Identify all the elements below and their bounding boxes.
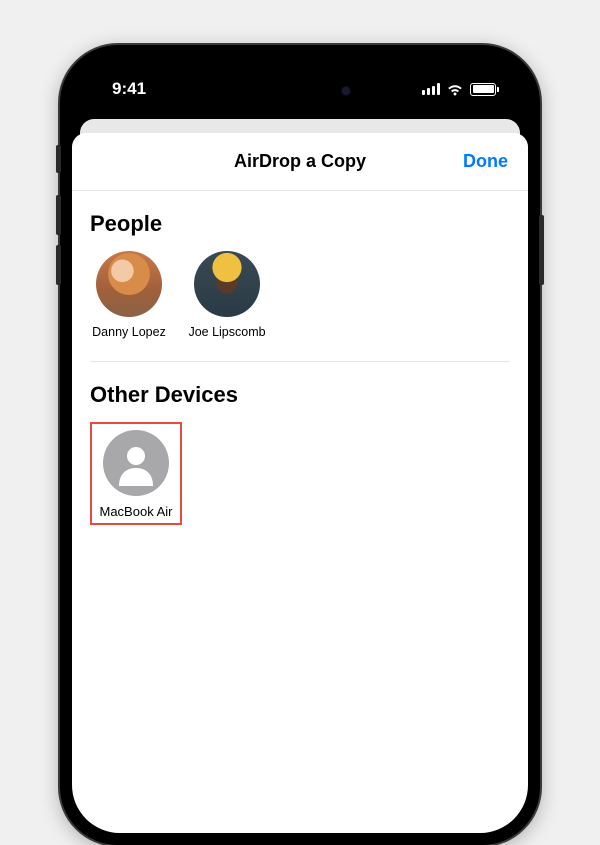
- person-silhouette-icon: [113, 440, 159, 486]
- cellular-signal-icon: [422, 83, 440, 95]
- device-name: MacBook Air: [100, 504, 173, 519]
- device-avatar-placeholder: [103, 430, 169, 496]
- wifi-icon: [446, 83, 464, 96]
- airdrop-sheet: AirDrop a Copy Done People Danny Lopez J…: [72, 133, 528, 833]
- people-section-title: People: [90, 211, 510, 237]
- sheet-header: AirDrop a Copy Done: [72, 133, 528, 191]
- airdrop-device[interactable]: MacBook Air: [90, 422, 182, 525]
- avatar: [194, 251, 260, 317]
- devices-list: MacBook Air: [90, 422, 510, 525]
- phone-screen: 9:41 AirDrop a Copy Done: [72, 57, 528, 833]
- airdrop-person[interactable]: Danny Lopez: [90, 251, 168, 339]
- person-name: Joe Lipscomb: [188, 325, 265, 339]
- dynamic-island: [235, 75, 365, 107]
- status-indicators: [422, 83, 496, 96]
- avatar: [96, 251, 162, 317]
- status-time: 9:41: [112, 79, 146, 99]
- people-section: People Danny Lopez Joe Lipscomb: [72, 191, 528, 362]
- iphone-frame: 9:41 AirDrop a Copy Done: [60, 45, 540, 845]
- airdrop-person[interactable]: Joe Lipscomb: [188, 251, 266, 339]
- silence-switch: [56, 145, 61, 173]
- other-devices-section: Other Devices MacBook Air: [72, 362, 528, 525]
- devices-section-title: Other Devices: [90, 382, 510, 408]
- sheet-title: AirDrop a Copy: [234, 151, 366, 172]
- volume-down-button: [56, 245, 61, 285]
- done-button[interactable]: Done: [463, 151, 508, 172]
- people-list: Danny Lopez Joe Lipscomb: [90, 251, 510, 362]
- person-name: Danny Lopez: [92, 325, 166, 339]
- volume-up-button: [56, 195, 61, 235]
- battery-icon: [470, 83, 496, 96]
- front-camera-icon: [341, 86, 351, 96]
- power-button: [539, 215, 544, 285]
